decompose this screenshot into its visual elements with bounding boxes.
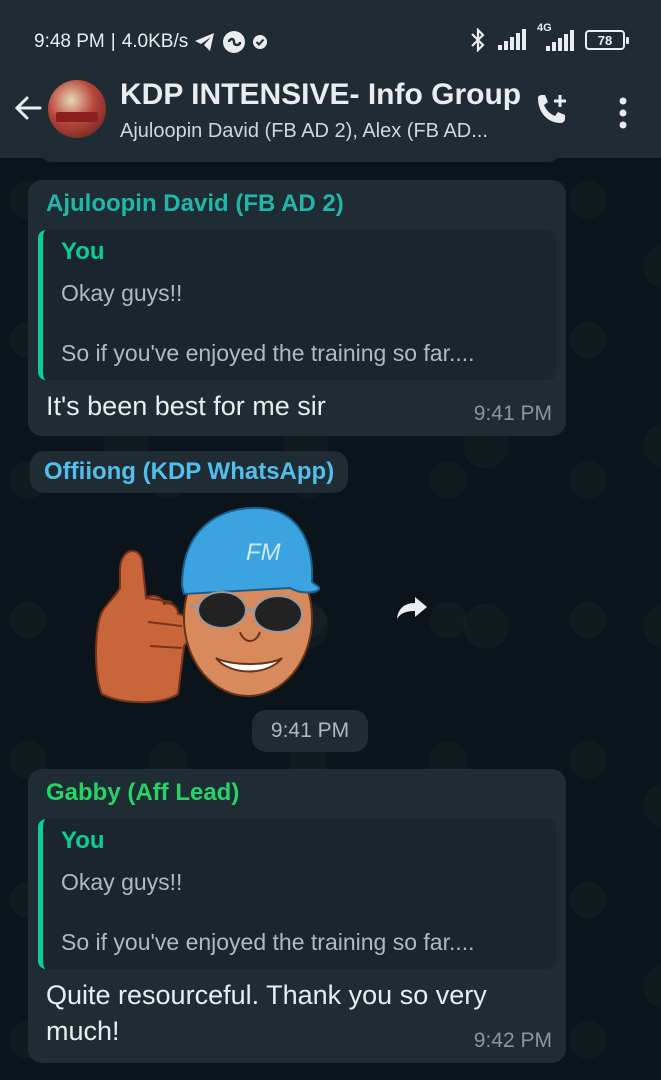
quote-author: You	[61, 238, 105, 265]
group-avatar[interactable]	[48, 80, 106, 138]
message-time: 9:41 PM	[473, 402, 552, 425]
verified-icon	[253, 35, 268, 49]
app-notification-icon	[223, 31, 246, 53]
telegram-icon	[195, 33, 215, 51]
signal-4g-icon	[546, 30, 574, 51]
signal-icon	[498, 29, 526, 50]
status-separator: |	[110, 31, 116, 52]
status-speed: 4.0KB/s	[121, 31, 189, 52]
group-title[interactable]: KDP INTENSIVE- Info Group	[120, 78, 521, 112]
sticker-cap-text: FM	[246, 539, 281, 566]
add-call-icon[interactable]	[532, 92, 572, 128]
quote-line-2: So if you've enjoyed the training so far…	[61, 929, 475, 955]
previous-message-fragment	[40, 148, 560, 162]
chat-area[interactable]: Ajuloopin David (FB AD 2) You Okay guys!…	[0, 148, 661, 1080]
signal-4g-group: 4G	[537, 22, 575, 52]
message-bubble[interactable]: Ajuloopin David (FB AD 2) You Okay guys!…	[28, 180, 566, 436]
message-sender[interactable]: Gabby (Aff Lead)	[46, 779, 239, 807]
bluetooth-icon	[471, 28, 485, 52]
message-bubble[interactable]: Gabby (Aff Lead) You Okay guys!! So if y…	[28, 769, 566, 1063]
quoted-message[interactable]: You Okay guys!! So if you've enjoyed the…	[38, 230, 556, 380]
quote-line-1: Okay guys!!	[61, 280, 183, 306]
message-text-line-1: Quite resourceful. Thank you so very	[46, 980, 487, 1010]
top-bar: 9:48 PM | 4.0KB/s 4G 78 KDP INTENSIVE- I…	[0, 0, 661, 158]
quoted-message[interactable]: You Okay guys!! So if you've enjoyed the…	[38, 819, 556, 969]
battery-level: 78	[597, 32, 613, 48]
message-text: It's been best for me sir	[46, 391, 326, 421]
forward-icon	[397, 597, 427, 619]
chat-header: KDP INTENSIVE- Info Group Ajuloopin Davi…	[0, 70, 661, 158]
quote-line-2: So if you've enjoyed the training so far…	[61, 340, 475, 366]
status-bar: 9:48 PM | 4.0KB/s 4G 78	[0, 0, 661, 70]
message-time: 9:42 PM	[473, 1029, 552, 1052]
sticker-image[interactable]: FM	[90, 498, 320, 708]
quote-author: You	[61, 827, 105, 854]
message-sender[interactable]: Offiiong (KDP WhatsApp)	[30, 451, 349, 493]
message-sender[interactable]: Ajuloopin David (FB AD 2)	[46, 190, 344, 218]
message-time: 9:41 PM	[252, 710, 368, 752]
status-time: 9:48 PM	[34, 31, 105, 52]
message-text-line-2: much!	[46, 1016, 120, 1046]
forward-button[interactable]	[386, 582, 438, 634]
quote-line-1: Okay guys!!	[61, 869, 183, 895]
more-options-icon[interactable]	[614, 96, 632, 130]
back-arrow-icon[interactable]	[12, 92, 44, 124]
group-members[interactable]: Ajuloopin David (FB AD 2), Alex (FB AD..…	[120, 120, 488, 143]
battery-icon: 78	[585, 30, 629, 50]
